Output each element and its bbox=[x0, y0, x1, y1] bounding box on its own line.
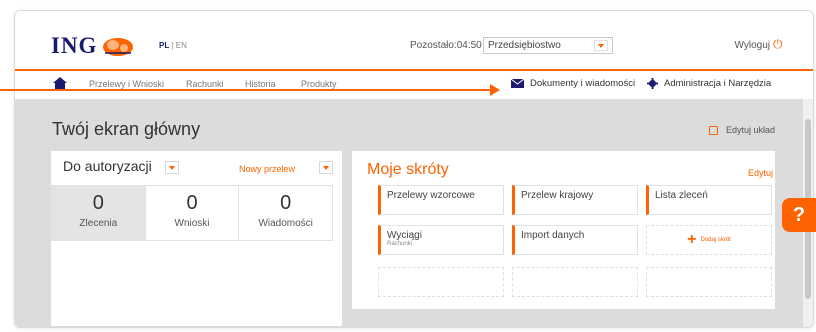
company-select-value: Przedsiębiostwo bbox=[488, 40, 561, 51]
lion-logo-icon bbox=[103, 38, 134, 56]
shortcut-label: Lista zleceń bbox=[655, 190, 708, 201]
shortcut-label: Import danych bbox=[521, 230, 585, 241]
ing-logo[interactable]: ING bbox=[51, 33, 135, 59]
shortcut-tile[interactable]: Wyciągi Rachunki bbox=[378, 225, 504, 255]
layout-icon bbox=[708, 125, 718, 135]
logout-link[interactable]: Wyloguj bbox=[735, 40, 770, 51]
shortcut-tile[interactable]: Przelew krajowy bbox=[512, 185, 638, 215]
power-icon[interactable]: ⏻ bbox=[773, 38, 785, 50]
gear-icon bbox=[647, 78, 658, 89]
top-header: ING PL | EN Pozostało:04:50 Przedsiębios… bbox=[15, 11, 813, 69]
add-shortcut-label: Dodaj skrót bbox=[700, 237, 731, 243]
lang-separator: | bbox=[171, 41, 174, 50]
help-button[interactable]: ? bbox=[782, 198, 816, 232]
counter-orders[interactable]: 0 Zlecenia bbox=[52, 186, 146, 240]
session-timer: Pozostało:04:50 bbox=[410, 40, 482, 51]
admin-label: Administracja i Narzędzia bbox=[664, 78, 772, 89]
shortcuts-edit-link[interactable]: Edytuj bbox=[748, 168, 773, 178]
counter-requests-value: 0 bbox=[186, 192, 198, 214]
shortcuts-title: Moje skróty bbox=[367, 161, 449, 178]
counter-orders-label: Zlecenia bbox=[79, 218, 118, 229]
add-shortcut-button[interactable]: + Dodaj skrót bbox=[646, 225, 772, 255]
authorization-counters: 0 Zlecenia 0 Wnioski 0 Wiadomości bbox=[51, 185, 333, 241]
shortcut-label: Przelew krajowy bbox=[521, 190, 594, 201]
company-select[interactable]: Przedsiębiostwo bbox=[483, 37, 613, 54]
lang-pl[interactable]: PL bbox=[159, 41, 169, 50]
nav-item-documents[interactable]: Dokumenty i wiadomości bbox=[511, 78, 635, 89]
empty-shortcut-slot[interactable] bbox=[378, 267, 504, 297]
app-window: ING PL | EN Pozostało:04:50 Przedsiębios… bbox=[14, 10, 814, 328]
edit-layout-button[interactable]: Edytuj układ bbox=[708, 125, 775, 135]
counter-messages[interactable]: 0 Wiadomości bbox=[239, 186, 333, 240]
counter-messages-label: Wiadomości bbox=[258, 218, 313, 229]
shortcut-label: Wyciągi bbox=[387, 230, 422, 241]
shortcut-label: Przelewy wzorcowe bbox=[387, 190, 475, 201]
counter-requests-label: Wnioski bbox=[174, 218, 210, 229]
counter-requests[interactable]: 0 Wnioski bbox=[145, 186, 240, 240]
annotation-arrow-head bbox=[490, 84, 500, 96]
new-transfer-link[interactable]: Nowy przelew bbox=[239, 164, 295, 174]
shortcut-sublabel: Rachunki bbox=[387, 241, 413, 247]
documents-label: Dokumenty i wiadomości bbox=[530, 78, 636, 89]
envelope-icon bbox=[511, 79, 524, 88]
shortcut-tile[interactable]: Lista zleceń bbox=[646, 185, 772, 215]
nav-item-products[interactable]: Produkty bbox=[301, 79, 337, 89]
counter-messages-value: 0 bbox=[280, 192, 292, 214]
nav-item-admin[interactable]: Administracja i Narzędzia bbox=[647, 78, 771, 89]
page-title: Twój ekran główny bbox=[52, 119, 201, 139]
nav-item-transfers[interactable]: Przelewy i Wnioski bbox=[89, 79, 164, 89]
plus-icon: + bbox=[687, 231, 697, 248]
main-content: Twój ekran główny Edytuj układ Do autory… bbox=[15, 99, 805, 327]
counter-orders-value: 0 bbox=[92, 192, 104, 214]
brand-name: ING bbox=[51, 33, 98, 58]
empty-shortcut-slot[interactable] bbox=[512, 267, 638, 297]
main-nav: Przelewy i Wnioski Rachunki Historia Pro… bbox=[15, 71, 813, 99]
new-transfer-dropdown-button[interactable] bbox=[319, 161, 333, 174]
shortcut-tile[interactable]: Przelewy wzorcowe bbox=[378, 185, 504, 215]
empty-shortcut-slot[interactable] bbox=[646, 267, 772, 297]
home-icon[interactable] bbox=[53, 77, 67, 89]
shortcut-tile[interactable]: Import danych bbox=[512, 225, 638, 255]
edit-layout-label: Edytuj układ bbox=[725, 125, 775, 135]
shortcuts-panel: Moje skróty Edytuj Przelewy wzorcowe Prz… bbox=[352, 151, 775, 309]
authorization-panel: Do autoryzacji Nowy przelew 0 Zlecenia 0… bbox=[51, 151, 342, 326]
chevron-down-icon bbox=[594, 40, 608, 51]
lang-en[interactable]: EN bbox=[176, 41, 187, 50]
nav-item-accounts[interactable]: Rachunki bbox=[186, 79, 224, 89]
annotation-arrow-line bbox=[0, 89, 496, 91]
nav-item-history[interactable]: Historia bbox=[245, 79, 276, 89]
authorization-dropdown-button[interactable] bbox=[165, 161, 179, 174]
authorization-title: Do autoryzacji bbox=[63, 158, 152, 174]
language-switch: PL | EN bbox=[159, 41, 187, 50]
